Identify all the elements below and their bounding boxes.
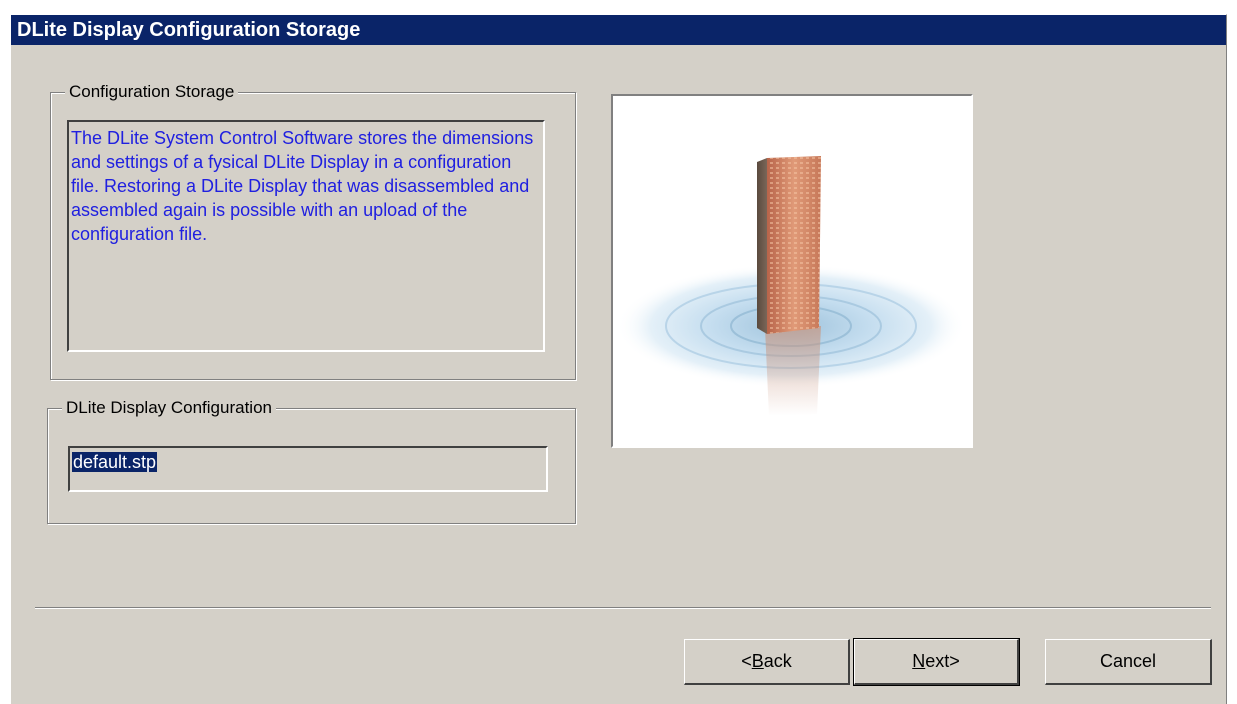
next-button-label: ext	[925, 651, 950, 671]
display-in-water-icon	[616, 156, 966, 416]
window-title: DLite Display Configuration Storage	[17, 19, 361, 41]
display-configuration-group: DLite Display Configuration default.stp	[47, 398, 576, 524]
next-button[interactable]: Next >	[853, 638, 1020, 686]
next-button-suffix: >	[949, 651, 960, 671]
configuration-filename-field[interactable]: default.stp	[68, 446, 548, 492]
back-button-prefix: <	[741, 651, 752, 671]
back-button-mnemonic: B	[751, 651, 764, 671]
storage-description-text: The DLite System Control Software stores…	[71, 128, 534, 244]
next-button-mnemonic: N	[912, 651, 926, 671]
configuration-storage-label: Configuration Storage	[65, 82, 239, 102]
display-configuration-label: DLite Display Configuration	[62, 398, 276, 418]
storage-description: The DLite System Control Software stores…	[67, 120, 545, 352]
wizard-window: DLite Display Configuration Storage Conf…	[10, 14, 1227, 704]
cancel-button[interactable]: Cancel	[1045, 639, 1212, 685]
configuration-storage-group: Configuration Storage The DLite System C…	[50, 82, 576, 380]
cancel-button-label: Cancel	[1099, 651, 1157, 671]
back-button[interactable]: < Back	[684, 639, 850, 685]
wizard-illustration	[611, 94, 973, 448]
button-separator	[35, 607, 1211, 609]
title-bar[interactable]: DLite Display Configuration Storage	[11, 15, 1226, 45]
back-button-label: ack	[763, 651, 792, 671]
configuration-filename-value: default.stp	[72, 452, 158, 472]
